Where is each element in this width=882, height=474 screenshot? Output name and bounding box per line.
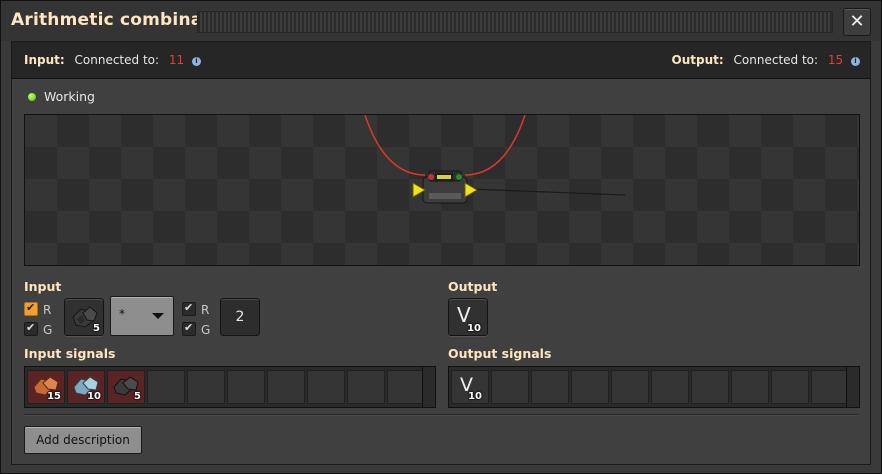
checkbox-green-second[interactable] (182, 321, 196, 336)
empty-signal-slot (691, 370, 729, 404)
operator-value: * (119, 307, 125, 321)
status-indicator: Working (28, 89, 95, 104)
input-section-title: Input (24, 279, 62, 294)
input-signal-slot[interactable]: 5 (107, 370, 145, 404)
add-description-button[interactable]: Add description (24, 426, 142, 454)
output-connection-header: Output: (671, 53, 724, 67)
empty-signal-slot (731, 370, 769, 404)
content-panel: Input: Connected to: 11 i Output: Connec… (11, 41, 871, 465)
title-bar[interactable]: Arithmetic combinator ✕ (1, 1, 881, 41)
empty-signal-slot (651, 370, 689, 404)
signal-count: 15 (47, 391, 61, 402)
empty-signal-slot (187, 370, 225, 404)
connection-bar: Input: Connected to: 11 i Output: Connec… (12, 42, 870, 79)
empty-signal-slot (491, 370, 529, 404)
signal-count: 10 (468, 391, 482, 402)
output-connection-label: Connected to: (733, 53, 819, 67)
output-signal-button[interactable]: V 10 (448, 298, 488, 336)
input-connection-count: 11 (168, 53, 185, 67)
checkbox-label: R (201, 303, 210, 317)
checkbox-red-input[interactable] (24, 301, 38, 316)
close-icon: ✕ (849, 11, 865, 32)
chevron-down-icon (152, 313, 164, 319)
info-icon[interactable]: i (191, 57, 201, 66)
input-signals-panel: 15 10 5 (24, 366, 436, 408)
empty-signal-slot (227, 370, 265, 404)
checkbox-label: G (201, 323, 211, 337)
input-connection: Input: Connected to: 11 i (24, 53, 201, 67)
second-green-checkbox-row[interactable]: G (182, 321, 211, 337)
input-signals-title: Input signals (24, 346, 116, 361)
empty-signal-slot (611, 370, 649, 404)
status-text: Working (44, 89, 95, 104)
input-signals-scrollbar[interactable] (422, 367, 435, 407)
checkbox-red-second[interactable] (182, 301, 196, 316)
red-wire-left (364, 115, 426, 176)
signal-count: 10 (87, 391, 101, 402)
shadow-line (469, 188, 626, 196)
entity-preview-graphic (364, 115, 626, 204)
close-button[interactable]: ✕ (843, 8, 871, 36)
output-signal-slot[interactable]: V 10 (451, 370, 489, 404)
empty-signal-slot (811, 370, 849, 404)
combinator-window: Arithmetic combinator ✕ Input: Connected… (0, 0, 882, 474)
first-signal-button[interactable]: 5 (64, 298, 104, 336)
output-signals-scrollbar[interactable] (846, 367, 859, 407)
checkbox-label: G (43, 323, 53, 337)
empty-signal-slot (267, 370, 305, 404)
combinator-sprite-icon (412, 170, 478, 204)
output-connection-count: 15 (827, 53, 844, 67)
empty-signal-slot (147, 370, 185, 404)
first-signal-count: 5 (93, 323, 100, 334)
output-signals-title: Output signals (448, 346, 552, 361)
second-red-checkbox-row[interactable]: R (182, 301, 210, 317)
operator-dropdown[interactable]: * (110, 296, 174, 336)
output-signals-panel: V 10 (448, 366, 860, 408)
input-connection-label: Connected to: (74, 53, 160, 67)
drag-handle[interactable] (197, 11, 833, 33)
output-connection: Output: Connected to: 15 i (672, 53, 860, 67)
input-connection-header: Input: (24, 53, 65, 67)
empty-signal-slot (531, 370, 569, 404)
signal-count: 5 (134, 391, 141, 402)
info-icon[interactable]: i (851, 57, 860, 66)
output-signal-count: 10 (467, 323, 481, 334)
input-red-checkbox-row[interactable]: R (24, 301, 52, 317)
checkbox-green-input[interactable] (24, 321, 38, 336)
empty-signal-slot (771, 370, 809, 404)
input-signal-slot[interactable]: 10 (67, 370, 105, 404)
checkbox-label: R (43, 303, 52, 317)
empty-signal-slot (571, 370, 609, 404)
status-led-icon (28, 93, 36, 101)
divider (24, 414, 858, 416)
input-signal-slot[interactable]: 15 (27, 370, 65, 404)
empty-signal-slot (307, 370, 345, 404)
entity-preview[interactable] (24, 114, 860, 266)
output-section-title: Output (448, 279, 498, 294)
input-green-checkbox-row[interactable]: G (24, 321, 53, 337)
empty-signal-slot (347, 370, 385, 404)
constant-input[interactable]: 2 (220, 298, 260, 336)
red-wire-right (464, 115, 526, 176)
empty-signal-slot (387, 370, 425, 404)
